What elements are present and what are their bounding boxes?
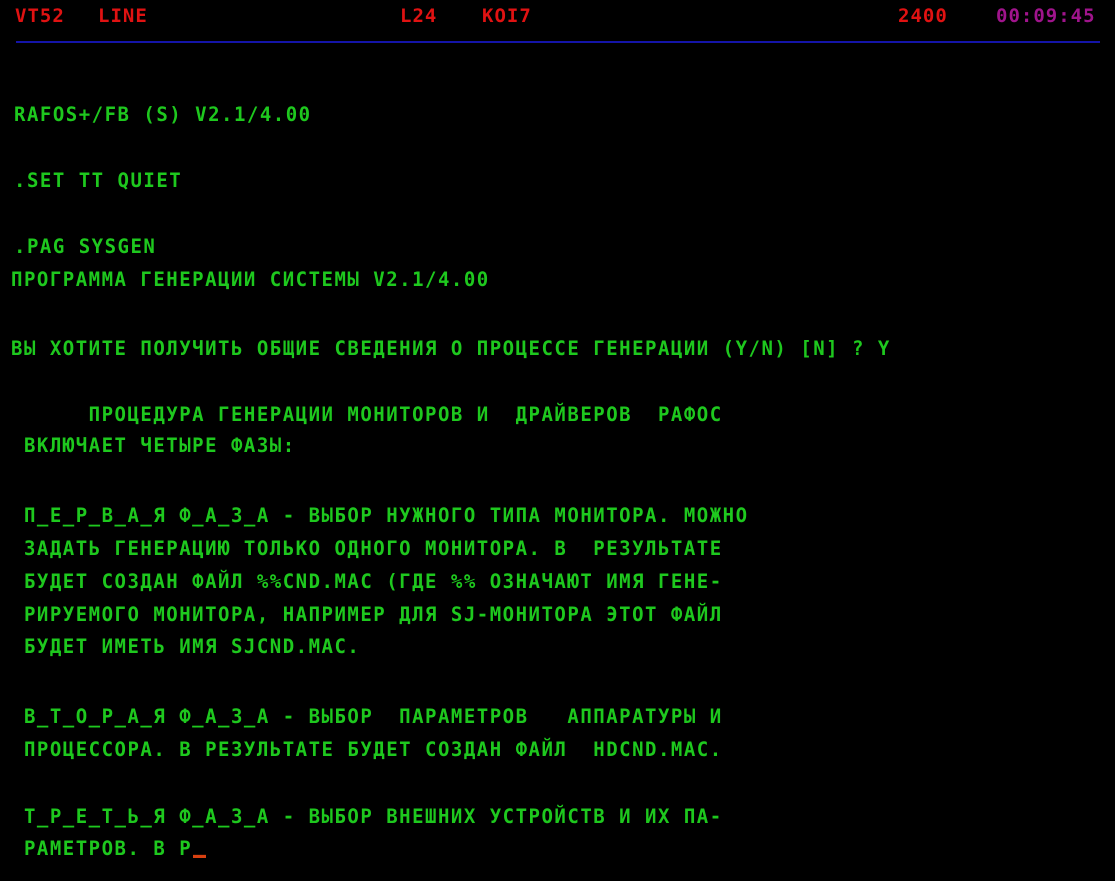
screen-line: ПРОЦЕДУРА ГЕНЕРАЦИИ МОНИТОРОВ И ДРАЙВЕРО… <box>11 403 723 427</box>
input-line: РАМЕТРОВ. В Р <box>11 837 207 861</box>
screen-line: РИРУЕМОГО МОНИТОРА, НАПРИМЕР ДЛЯ SJ-МОНИ… <box>11 603 723 627</box>
text-cursor <box>193 854 207 858</box>
input-line-text: РАМЕТРОВ. В Р <box>11 837 193 861</box>
screen-line: П_Е_Р_В_А_Я Ф_А_З_А - ВЫБОР НУЖНОГО ТИПА… <box>11 504 749 528</box>
screen-line: RAFOS+/FB (S) V2.1/4.00 <box>14 103 312 127</box>
command-line: .PAG SYSGEN <box>14 235 157 259</box>
prompt-line: ВЫ ХОТИТЕ ПОЛУЧИТЬ ОБЩИЕ СВЕДЕНИЯ О ПРОЦ… <box>11 337 891 361</box>
screen-line: Т_Р_Е_Т_Ь_Я Ф_А_З_А - ВЫБОР ВНЕШНИХ УСТР… <box>11 805 723 829</box>
screen-line: БУДЕТ ИМЕТЬ ИМЯ SJCND.MAC. <box>11 635 361 659</box>
screen-line: ПРОГРАММА ГЕНЕРАЦИИ СИСТЕМЫ V2.1/4.00 <box>11 268 490 292</box>
screen-line: В_Т_О_Р_А_Я Ф_А_З_А - ВЫБОР ПАРАМЕТРОВ А… <box>11 705 723 729</box>
screen-line: БУДЕТ СОЗДАН ФАЙЛ %%CND.MAC (ГДЕ %% ОЗНА… <box>11 570 723 594</box>
screen-line: ПРОЦЕССОРА. В РЕЗУЛЬТАТЕ БУДЕТ СОЗДАН ФА… <box>11 738 723 762</box>
screen-line: ВКЛЮЧАЕТ ЧЕТЫРЕ ФАЗЫ: <box>11 434 296 458</box>
screen-line: ЗАДАТЬ ГЕНЕРАЦИЮ ТОЛЬКО ОДНОГО МОНИТОРА.… <box>11 537 723 561</box>
terminal-screen[interactable]: RAFOS+/FB (S) V2.1/4.00 .SET TT QUIET .P… <box>0 0 1115 881</box>
command-line: .SET TT QUIET <box>14 169 183 193</box>
